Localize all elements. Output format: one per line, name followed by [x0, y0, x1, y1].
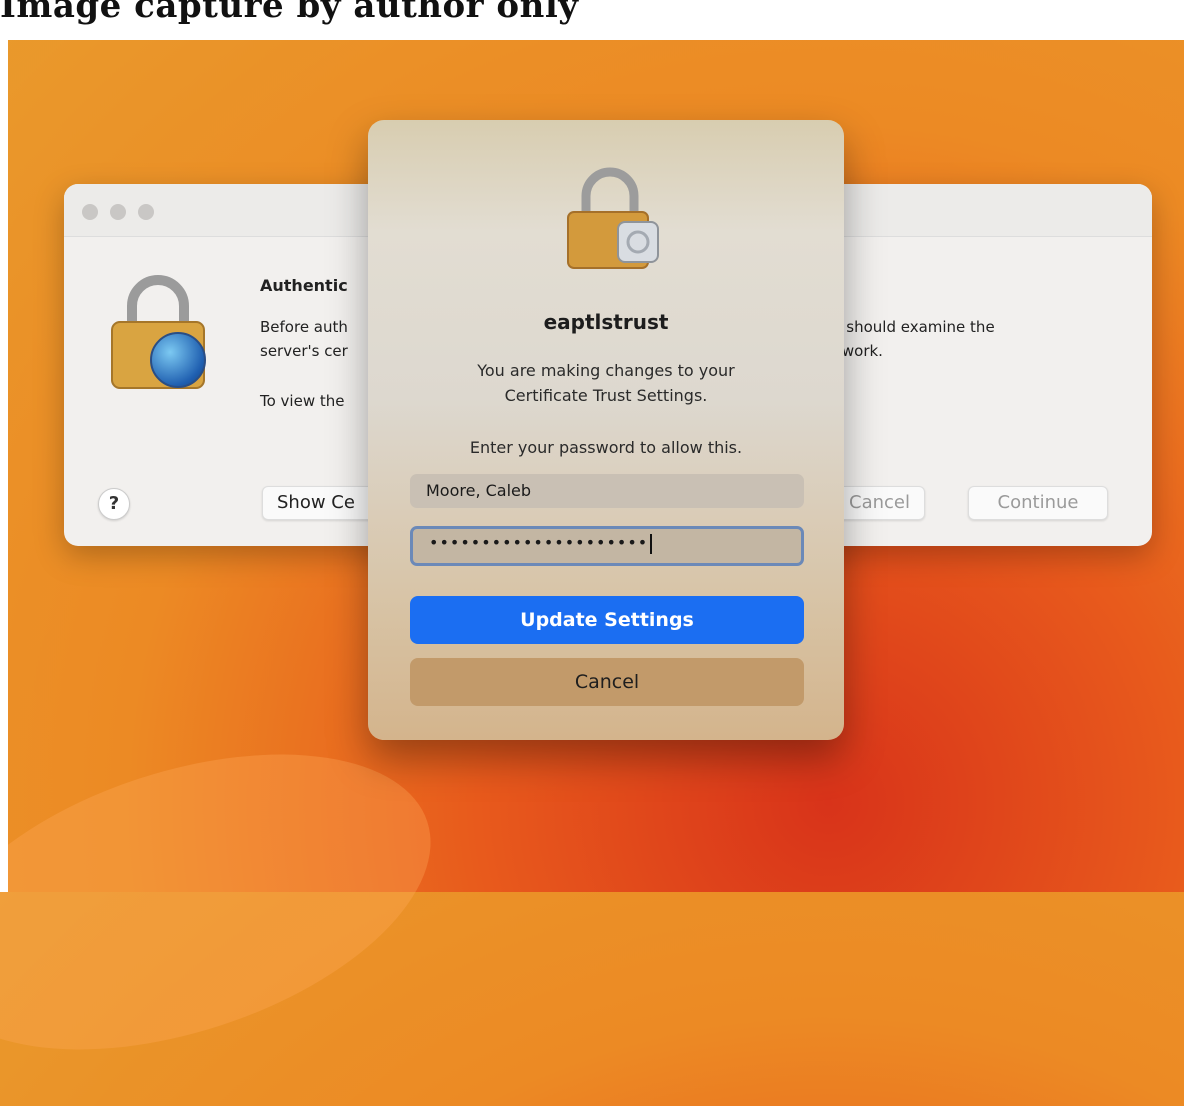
cancel-button-background[interactable]: Cancel — [834, 486, 925, 520]
text-caret — [650, 533, 653, 554]
top-caption-band: Image capture by author only — [0, 0, 1184, 40]
window-title: Authentic — [260, 276, 348, 295]
body-line-1: Before auth — [260, 318, 348, 336]
dialog-message-text: You are making changes to your Certifica… — [477, 361, 735, 405]
update-settings-button[interactable]: Update Settings — [410, 596, 804, 644]
body-line-3: To view the — [260, 392, 345, 410]
gear-badge-icon — [617, 221, 659, 263]
password-dialog: eaptlstrust You are making changes to yo… — [368, 120, 844, 740]
zoom-window-button[interactable] — [138, 204, 154, 220]
wallpaper-wave — [0, 698, 468, 1106]
dialog-message: You are making changes to your Certifica… — [368, 358, 844, 408]
password-value: ••••••••••••••••••••• — [429, 533, 649, 552]
top-caption: Image capture by author only — [0, 0, 579, 26]
dialog-title: eaptlstrust — [543, 310, 669, 334]
body-line-2: server's cer — [260, 342, 348, 360]
username-value: Moore, Caleb — [426, 481, 532, 500]
cancel-button[interactable]: Cancel — [410, 658, 804, 706]
continue-button[interactable]: Continue — [968, 486, 1108, 520]
lock-icon — [567, 167, 659, 269]
password-field[interactable]: ••••••••••••••••••••• — [410, 526, 804, 566]
close-window-button[interactable] — [82, 204, 98, 220]
left-border — [0, 40, 8, 892]
username-field[interactable]: Moore, Caleb — [410, 474, 804, 508]
help-button[interactable]: ? — [98, 488, 130, 520]
dialog-prompt: Enter your password to allow this. — [469, 438, 743, 457]
body-line-1-end: u should examine the — [832, 318, 995, 336]
globe-icon — [150, 332, 206, 388]
minimize-window-button[interactable] — [110, 204, 126, 220]
